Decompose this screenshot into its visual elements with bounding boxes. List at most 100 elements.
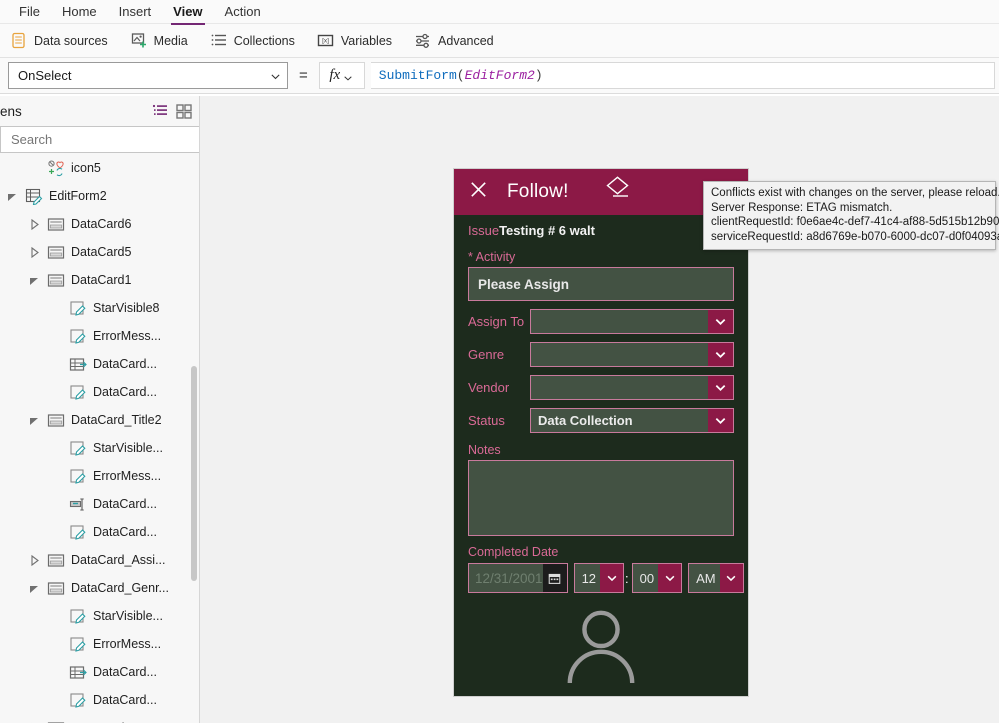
tree-node[interactable]: ErrorMess...: [0, 462, 199, 490]
advanced-icon: [414, 32, 431, 49]
form-row-genre: Genre: [468, 342, 734, 367]
tree-node[interactable]: ErrorMess...: [0, 322, 199, 350]
formula-input[interactable]: SubmitForm(EditForm2): [370, 62, 995, 89]
tree-node[interactable]: DataCard...: [0, 658, 199, 686]
menu-item-view[interactable]: View: [162, 1, 213, 25]
menu-bar: File Home Insert View Action: [0, 0, 999, 25]
chevron-down-icon[interactable]: [708, 376, 733, 399]
tree-node-label: DataCard_Genr...: [71, 581, 169, 595]
tree-node[interactable]: DataCard_Ven: [0, 714, 199, 723]
avatar-wrap: [468, 607, 734, 690]
dropdown-genre[interactable]: [530, 342, 734, 367]
ribbon-button-variables[interactable]: [x] Variables: [317, 32, 392, 49]
chevron-down-icon[interactable]: [708, 409, 733, 432]
tree-node[interactable]: DataCard6: [0, 210, 199, 238]
tree-node[interactable]: StarVisible8: [0, 294, 199, 322]
tree-node[interactable]: DataCard5: [0, 238, 199, 266]
label-icon: [69, 692, 87, 708]
fx-button[interactable]: fx: [318, 62, 365, 89]
ribbon-button-data-sources[interactable]: Data sources: [10, 32, 108, 49]
form-body: * Activity Please Assign Assign To Genre V…: [454, 240, 748, 690]
label-icon: [69, 468, 87, 484]
minute-select[interactable]: 00: [631, 563, 683, 593]
activity-input[interactable]: Please Assign: [468, 267, 734, 301]
chevron-expanded-icon[interactable]: [28, 582, 41, 595]
tree-node-label: DataCard6: [71, 217, 132, 231]
tree-node[interactable]: icon5: [0, 154, 199, 182]
tree-node-label: StarVisible...: [93, 441, 163, 455]
activity-value: Please Assign: [478, 276, 570, 292]
tree-node[interactable]: DataCard...: [0, 490, 199, 518]
eraser-icon[interactable]: [601, 175, 633, 209]
person-avatar-icon: [562, 607, 640, 690]
icon-control-icon: [47, 160, 65, 177]
chevron-down-icon[interactable]: [658, 564, 682, 592]
tree-node-list: icon5 EditForm2 DataCard6 DataCard5 DataCard…: [0, 154, 199, 723]
chevron-down-icon[interactable]: [600, 564, 624, 592]
date-picker[interactable]: 12/31/2001: [468, 563, 568, 593]
tree-node[interactable]: DataCard1: [0, 266, 199, 294]
tree-node[interactable]: EditForm2: [0, 182, 199, 210]
menu-item-file[interactable]: File: [8, 1, 51, 23]
menu-item-action[interactable]: Action: [214, 1, 272, 23]
chevron-expanded-icon[interactable]: [6, 190, 19, 203]
label-icon: [69, 636, 87, 652]
tree-node-label: DataCard...: [93, 357, 157, 371]
notes-textarea[interactable]: [468, 460, 734, 536]
tree-node[interactable]: DataCard...: [0, 686, 199, 714]
chevron-down-icon[interactable]: [708, 310, 733, 333]
tree-node-label: EditForm2: [49, 189, 107, 203]
tree-node[interactable]: DataCard_Genr...: [0, 574, 199, 602]
chevron-collapsed-icon[interactable]: [28, 246, 41, 259]
chevron-down-icon[interactable]: [708, 343, 733, 366]
tooltip-line: serviceRequestId: a8d6769e-b070-6000-dc0…: [711, 230, 999, 243]
chevron-collapsed-icon[interactable]: [28, 218, 41, 231]
tree-view-panel: reens: [0, 96, 200, 723]
tree-node[interactable]: DataCard_Title2: [0, 406, 199, 434]
ribbon-button-advanced[interactable]: Advanced: [414, 32, 494, 49]
thumbnail-view-icon[interactable]: [175, 102, 193, 120]
property-select[interactable]: OnSelect: [8, 62, 288, 89]
search-input[interactable]: Search: [0, 126, 199, 153]
tree-node-label: DataCard1: [71, 273, 132, 287]
datacard-icon: [47, 216, 65, 232]
label-icon: [69, 440, 87, 456]
required-asterisk: *: [468, 250, 473, 264]
ribbon-button-label: Media: [153, 33, 188, 48]
chevron-expanded-icon[interactable]: [28, 414, 41, 427]
tree-node[interactable]: ErrorMess...: [0, 630, 199, 658]
tree-node[interactable]: DataCard...: [0, 350, 199, 378]
dropdown-status[interactable]: Data Collection: [530, 408, 734, 433]
dropdown-assign-to[interactable]: [530, 309, 734, 334]
chevron-collapsed-icon[interactable]: [28, 554, 41, 567]
tree-scrollbar[interactable]: [191, 366, 197, 581]
meridiem-select[interactable]: AM: [688, 563, 744, 593]
chevron-down-icon: [270, 70, 281, 81]
tree-view-icon[interactable]: [151, 102, 169, 120]
chevron-down-icon[interactable]: [719, 564, 743, 592]
tree-node[interactable]: DataCard...: [0, 518, 199, 546]
notes-label: Notes: [468, 443, 501, 457]
tree-node[interactable]: DataCard...: [0, 378, 199, 406]
ribbon-button-collections[interactable]: Collections: [210, 32, 295, 49]
ribbon-button-media[interactable]: Media: [130, 32, 188, 49]
datacard-icon: [47, 412, 65, 428]
menu-item-home[interactable]: Home: [51, 1, 108, 23]
hour-select[interactable]: 12: [573, 563, 625, 593]
app-title: Follow!: [507, 181, 569, 202]
chevron-expanded-icon[interactable]: [28, 274, 41, 287]
tree-node[interactable]: StarVisible...: [0, 602, 199, 630]
calendar-icon[interactable]: [542, 564, 567, 592]
dropdown-vendor[interactable]: [530, 375, 734, 400]
menu-item-insert[interactable]: Insert: [108, 1, 163, 23]
powerapps-studio-window: File Home Insert View Action Data sources Med…: [0, 0, 999, 723]
tree-node[interactable]: StarVisible...: [0, 434, 199, 462]
combobox-icon: [69, 664, 87, 680]
close-icon[interactable]: [468, 179, 489, 205]
tree-node-label: StarVisible8: [93, 301, 160, 315]
fx-label: fx: [329, 67, 341, 83]
tree-node[interactable]: DataCard_Assi...: [0, 546, 199, 574]
